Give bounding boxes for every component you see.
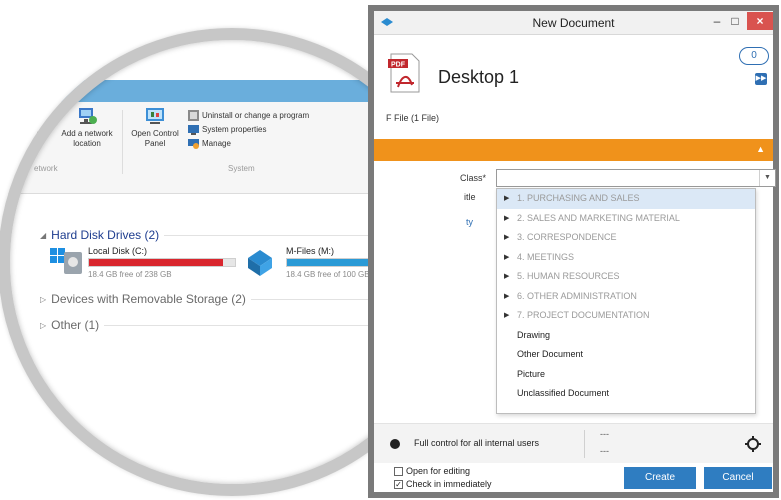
maximize-button[interactable]: □ bbox=[727, 12, 743, 30]
programs-icon bbox=[188, 110, 199, 121]
map-network-drive-label[interactable]: rk bbox=[34, 128, 41, 138]
expand-arrow-icon[interactable]: ▶ bbox=[504, 248, 509, 268]
class-option-label: 4. MEETINGS bbox=[517, 251, 575, 262]
network-location-icon bbox=[79, 108, 97, 124]
class-group-item[interactable]: ▶ 3. CORRESPONDENCE bbox=[497, 228, 755, 248]
windows-drive-icon bbox=[50, 248, 82, 274]
class-option-label: Picture bbox=[517, 368, 546, 379]
fast-forward-icon[interactable]: ▶▶ bbox=[755, 73, 767, 85]
permissions-text: Full control for all internal users bbox=[414, 438, 540, 448]
collapse-arrow-icon: ◢ bbox=[40, 230, 47, 240]
class-option-item[interactable]: Picture bbox=[497, 365, 755, 385]
dialog-footer: Open for editing ✓ Check in immediately … bbox=[374, 463, 773, 498]
class-option-item[interactable]: Other Document bbox=[497, 345, 755, 365]
cancel-button[interactable]: Cancel bbox=[704, 467, 772, 489]
uninstall-program-button[interactable]: Uninstall or change a program bbox=[188, 110, 309, 121]
section-hard-disk-drives-label: Hard Disk Drives (2) bbox=[51, 228, 160, 242]
drive-usage-bar bbox=[88, 258, 236, 267]
drive-name: Local Disk (C:) bbox=[88, 246, 148, 256]
expand-arrow-icon[interactable]: ▶ bbox=[504, 306, 509, 326]
document-header: PDF Desktop 1 F File (1 File) 0 ▶▶ bbox=[374, 37, 773, 125]
class-option-label: 7. PROJECT DOCUMENTATION bbox=[517, 310, 650, 320]
class-select[interactable]: ▼ bbox=[496, 169, 776, 187]
expand-arrow-icon: ▷ bbox=[40, 294, 47, 304]
class-label: Class* bbox=[460, 173, 487, 183]
title-label: itle bbox=[464, 192, 476, 202]
class-group-item[interactable]: ▶ 7. PROJECT DOCUMENTATION bbox=[497, 306, 755, 326]
open-control-panel-label: Open Control Panel bbox=[131, 129, 179, 148]
drive-name: M-Files (M:) bbox=[286, 246, 334, 256]
class-group-item[interactable]: ▶ 6. OTHER ADMINISTRATION bbox=[497, 287, 755, 307]
class-group-item[interactable]: ▶ 2. SALES AND MARKETING MATERIAL bbox=[497, 209, 755, 229]
system-properties-icon bbox=[188, 125, 199, 135]
expand-arrow-icon[interactable]: ▶ bbox=[504, 228, 509, 248]
expand-arrow-icon[interactable]: ▶ bbox=[504, 209, 509, 229]
class-group-item[interactable]: ▶ 4. MEETINGS bbox=[497, 248, 755, 268]
ribbon-separator bbox=[122, 110, 123, 174]
workflow-state-value: --- bbox=[600, 446, 609, 456]
expand-arrow-icon[interactable]: ▶ bbox=[504, 287, 509, 307]
permissions-icon bbox=[390, 439, 400, 449]
manage-icon bbox=[188, 139, 199, 149]
section-removable-storage-label: Devices with Removable Storage (2) bbox=[51, 292, 246, 306]
third-property-label: ty bbox=[466, 217, 474, 227]
expand-arrow-icon: ▷ bbox=[40, 320, 47, 330]
drive-usage-fill bbox=[89, 259, 224, 266]
section-other-label: Other (1) bbox=[51, 318, 100, 332]
pdf-file-icon: PDF bbox=[388, 53, 420, 93]
system-properties-label: System properties bbox=[202, 125, 267, 134]
workflow-value: --- bbox=[600, 429, 609, 439]
add-network-location-label: Add a network location bbox=[61, 129, 113, 148]
target-icon[interactable] bbox=[745, 436, 761, 452]
manage-label: Manage bbox=[202, 139, 231, 148]
drive-free-space: 18.4 GB free of 100 GB bbox=[286, 270, 370, 279]
expand-arrow-icon[interactable]: ▶ bbox=[504, 189, 509, 209]
open-for-editing-label: Open for editing bbox=[406, 466, 471, 476]
class-option-label: Other Document bbox=[517, 349, 584, 359]
close-button[interactable]: × bbox=[747, 12, 773, 30]
class-option-label: 6. OTHER ADMINISTRATION bbox=[517, 290, 637, 301]
drive-free-space: 18.4 GB free of 238 GB bbox=[88, 270, 172, 279]
system-properties-button[interactable]: System properties bbox=[188, 124, 266, 135]
ribbon-group-system: System bbox=[228, 164, 255, 173]
class-option-item[interactable]: Unclassified Document bbox=[497, 384, 755, 404]
expand-arrow-icon[interactable]: ▶ bbox=[504, 267, 509, 287]
m-files-drive-icon bbox=[248, 250, 272, 276]
minimize-button[interactable]: – bbox=[709, 12, 725, 30]
class-dropdown-list: ▶ 1. PURCHASING AND SALES ▶ 2. SALES AND MA… bbox=[496, 188, 756, 414]
metadata-header-bar[interactable]: ▲ bbox=[374, 139, 773, 161]
class-option-label: Drawing bbox=[517, 329, 551, 340]
permissions-divider bbox=[584, 430, 585, 458]
add-network-location-button[interactable]: Add a network location bbox=[54, 106, 120, 149]
checkbox-box[interactable] bbox=[394, 466, 403, 476]
open-for-editing-checkbox[interactable]: Open for editing bbox=[394, 466, 470, 476]
class-option-label: 3. CORRESPONDENCE bbox=[517, 232, 617, 242]
open-control-panel-button[interactable]: Open Control Panel bbox=[126, 106, 184, 149]
permissions-bar[interactable]: Full control for all internal users --- … bbox=[374, 423, 773, 463]
class-option-label: 1. PURCHASING AND SALES bbox=[517, 193, 640, 203]
class-option-item[interactable]: Drawing bbox=[497, 326, 755, 346]
class-option-label: 5. HUMAN RESOURCES bbox=[517, 271, 620, 281]
comments-button[interactable]: 0 bbox=[739, 47, 769, 65]
check-in-immediately-label: Check in immediately bbox=[406, 479, 492, 489]
class-option-label: Unclassified Document bbox=[517, 388, 610, 398]
new-document-dialog: New Document – □ × PDF Desktop 1 F File … bbox=[368, 5, 779, 498]
check-in-immediately-checkbox[interactable]: ✓ Check in immediately bbox=[394, 479, 492, 489]
uninstall-program-label: Uninstall or change a program bbox=[202, 111, 310, 120]
class-group-item[interactable]: ▶ 1. PURCHASING AND SALES bbox=[497, 189, 755, 209]
class-group-item[interactable]: ▶ 5. HUMAN RESOURCES bbox=[497, 267, 755, 287]
manage-button[interactable]: Manage bbox=[188, 138, 231, 149]
create-button[interactable]: Create bbox=[624, 467, 696, 489]
class-option-label: 2. SALES AND MARKETING MATERIAL bbox=[517, 212, 680, 223]
section-hard-disk-drives[interactable]: ◢ Hard Disk Drives (2) bbox=[40, 228, 425, 242]
dialog-title-bar[interactable]: New Document – □ × bbox=[374, 11, 773, 35]
svg-text:PDF: PDF bbox=[391, 62, 406, 69]
chevron-down-icon[interactable]: ▼ bbox=[759, 170, 775, 186]
collapse-up-icon[interactable]: ▲ bbox=[756, 144, 765, 154]
ribbon-group-network: etwork bbox=[34, 164, 58, 173]
control-panel-icon bbox=[146, 108, 164, 124]
document-name[interactable]: Desktop 1 bbox=[438, 67, 519, 88]
checkbox-box[interactable]: ✓ bbox=[394, 479, 403, 489]
file-info: F File (1 File) bbox=[386, 113, 440, 123]
